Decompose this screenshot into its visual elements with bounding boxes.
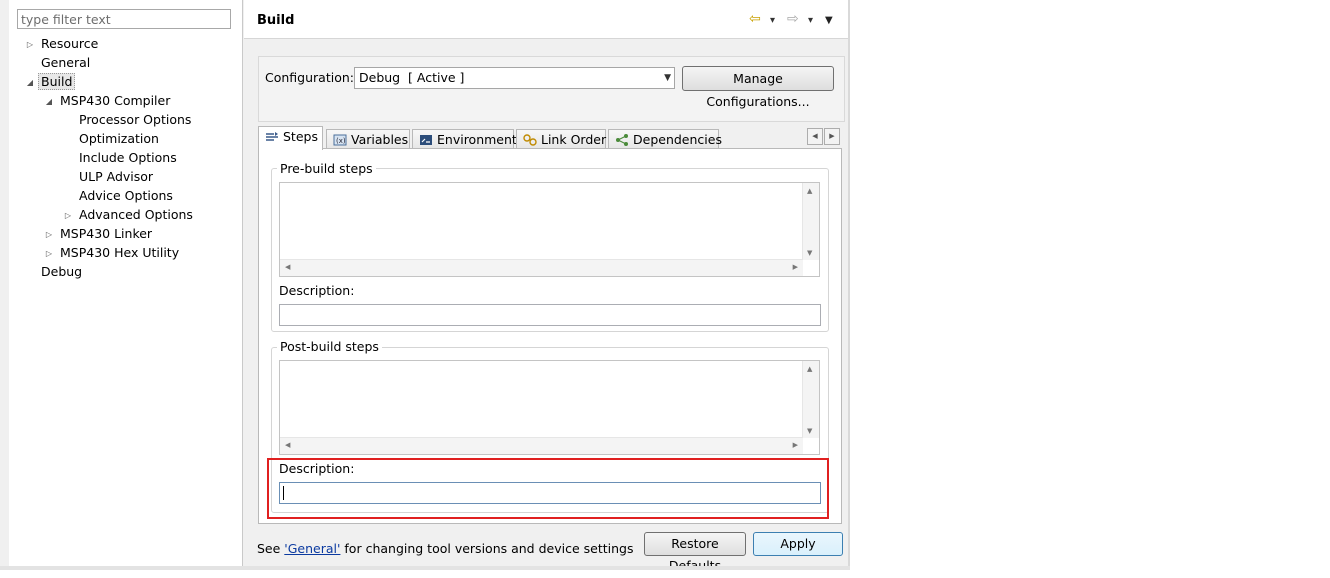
page-title: Build [257, 13, 295, 28]
pre-build-description-label: Description: [279, 283, 355, 298]
window-edge [0, 566, 850, 570]
tab-link-order[interactable]: Link Order [516, 129, 606, 149]
link-order-icon [523, 134, 537, 146]
expand-arrow-icon[interactable]: ▷ [44, 244, 54, 263]
tree-item-msp430-hex-utility[interactable]: MSP430 Hex Utility [60, 243, 179, 262]
scroll-up-icon[interactable]: ▲ [807, 187, 812, 195]
back-arrow-icon[interactable]: ⇦ [749, 11, 761, 27]
pre-build-commands-textarea[interactable]: ▲ ▼ ◀ ▶ [279, 182, 820, 277]
svg-text:(x): (x) [336, 137, 346, 145]
pre-build-description-input[interactable] [279, 304, 821, 326]
vertical-scrollbar[interactable]: ▲ ▼ [802, 183, 819, 260]
tab-environment[interactable]: Environment [412, 129, 517, 149]
expand-arrow-icon[interactable]: ▷ [63, 206, 73, 225]
tree-item-resource[interactable]: Resource [41, 34, 98, 53]
scroll-up-icon[interactable]: ▲ [807, 365, 812, 373]
scroll-down-icon[interactable]: ▼ [807, 427, 812, 435]
pre-build-legend: Pre-build steps [277, 161, 376, 176]
forward-dropdown-icon[interactable]: ▾ [808, 13, 813, 29]
footer-note: See 'General' for changing tool versions… [257, 541, 634, 556]
collapse-arrow-icon[interactable]: ◢ [25, 73, 35, 92]
view-menu-icon[interactable]: ▼ [825, 13, 833, 29]
restore-defaults-button[interactable]: Restore Defaults [644, 532, 746, 573]
post-build-legend: Post-build steps [277, 339, 382, 354]
tab-bar: Steps (x) Variables Environment Link Ord… [258, 126, 843, 150]
scroll-right-icon[interactable]: ▶ [793, 441, 798, 449]
apply-button[interactable]: Apply [753, 532, 843, 556]
tab-scroll-left-icon[interactable]: ◀ [807, 128, 823, 145]
collapse-arrow-icon[interactable]: ◢ [44, 92, 54, 111]
steps-icon [266, 132, 278, 141]
tree-item-optimization[interactable]: Optimization [79, 129, 159, 148]
chevron-down-icon: ▼ [664, 73, 671, 83]
tree-item-advice-options[interactable]: Advice Options [79, 186, 173, 205]
scroll-down-icon[interactable]: ▼ [807, 249, 812, 257]
filter-input[interactable] [17, 9, 231, 29]
tree-item-processor-options[interactable]: Processor Options [79, 110, 191, 129]
configuration-label: Configuration: [265, 70, 354, 85]
scroll-right-icon[interactable]: ▶ [793, 263, 798, 271]
tree-item-ulp-advisor[interactable]: ULP Advisor [79, 167, 153, 186]
tab-scroll-right-icon[interactable]: ▶ [824, 128, 840, 145]
post-build-commands-textarea[interactable]: ▲ ▼ ◀ ▶ [279, 360, 820, 455]
tree-item-msp430-linker[interactable]: MSP430 Linker [60, 224, 152, 243]
variables-icon: (x) [333, 134, 347, 146]
dependencies-icon [616, 134, 628, 146]
window-edge [848, 0, 850, 570]
tab-steps[interactable]: Steps [258, 126, 323, 150]
highlight-box [267, 458, 829, 519]
tree-item-advanced-options[interactable]: Advanced Options [79, 205, 193, 224]
scroll-left-icon[interactable]: ◀ [285, 263, 290, 271]
back-dropdown-icon[interactable]: ▾ [770, 13, 775, 29]
expand-arrow-icon[interactable]: ▷ [44, 225, 54, 244]
tab-dependencies[interactable]: Dependencies [608, 129, 722, 149]
scroll-left-icon[interactable]: ◀ [285, 441, 290, 449]
expand-arrow-icon[interactable]: ▷ [25, 35, 35, 54]
horizontal-scrollbar[interactable]: ◀ ▶ [280, 437, 803, 454]
general-link[interactable]: 'General' [284, 541, 340, 556]
tree-item-general[interactable]: General [41, 53, 90, 72]
vertical-scrollbar[interactable]: ▲ ▼ [802, 361, 819, 438]
configuration-select[interactable]: Debug [ Active ] ▼ [354, 67, 675, 89]
tree-item-include-options[interactable]: Include Options [79, 148, 177, 167]
forward-arrow-icon[interactable]: ⇨ [787, 11, 799, 27]
tree-item-build[interactable]: Build [38, 72, 76, 91]
manage-configurations-button[interactable]: Manage Configurations... [682, 66, 834, 109]
tree-item-debug[interactable]: Debug [41, 262, 82, 281]
horizontal-scrollbar[interactable]: ◀ ▶ [280, 259, 803, 276]
tree-item-msp430-compiler[interactable]: MSP430 Compiler [60, 91, 170, 110]
configuration-value: Debug [ Active ] [359, 70, 465, 85]
environment-icon [420, 135, 432, 145]
tab-variables[interactable]: (x) Variables [326, 129, 410, 149]
